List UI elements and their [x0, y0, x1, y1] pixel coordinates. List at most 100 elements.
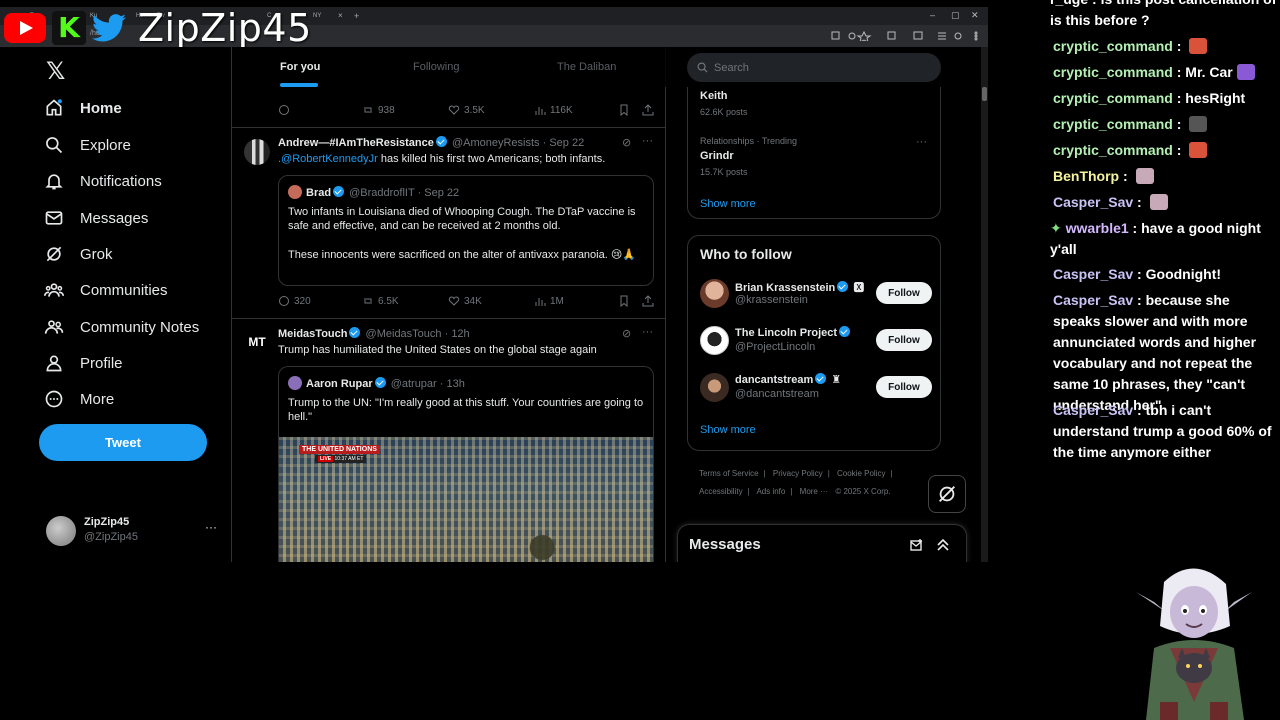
more-dots-icon[interactable]: ··· [642, 326, 653, 338]
post-author-handle[interactable]: @MeidasTouch [366, 328, 442, 340]
quoted-post[interactable]: Aaron Rupar @atrupar · 13h Trump to the … [278, 366, 654, 562]
post-header: Andrew—#IAmTheResistance @AmoneyResists … [278, 136, 584, 149]
chat-username[interactable]: BenThorp [1053, 168, 1119, 184]
tab-the-daliban[interactable]: The Daliban [557, 61, 616, 73]
nav-communities[interactable]: Communities [44, 276, 168, 304]
more-dots-icon[interactable]: ··· [642, 135, 653, 147]
more-dots-icon[interactable]: ··· [916, 136, 927, 148]
reply-button[interactable]: 320 [278, 295, 311, 307]
chevron-double-up-icon[interactable] [936, 538, 950, 552]
follow-button[interactable]: Follow [876, 329, 932, 351]
footer-link-terms[interactable]: Terms of Service [699, 469, 759, 478]
nav-explore[interactable]: Explore [44, 131, 131, 159]
follow-suggestion[interactable]: The Lincoln Project @ProjectLincoln Foll… [700, 323, 932, 359]
grok-explain-icon[interactable]: ⊘ [622, 327, 631, 340]
bookmark-icon[interactable] [618, 295, 630, 307]
footer-separator: | [790, 487, 793, 496]
nav-community-notes[interactable]: Community Notes [44, 313, 199, 341]
follow-suggestion[interactable]: Brian Krassenstein 🆇 @krassenstein Follo… [700, 276, 932, 312]
chat-username[interactable]: Casper_Sav [1053, 266, 1133, 282]
footer-link-accessibility[interactable]: Accessibility [699, 487, 743, 496]
follow-button[interactable]: Follow [876, 376, 932, 398]
affiliate-icon: 🆇 [853, 282, 865, 294]
quoted-post[interactable]: Brad @BraddroflIT · Sep 22 Two infants i… [278, 175, 654, 286]
nav-communities-label: Communities [80, 281, 168, 299]
avatar[interactable]: MT [244, 329, 270, 355]
search-input[interactable]: Search [687, 53, 941, 82]
chat-username[interactable]: cryptic_command [1053, 142, 1173, 158]
minimize-button[interactable]: – [930, 10, 935, 20]
new-message-icon[interactable] [910, 538, 924, 552]
mention-link[interactable]: .@RobertKennedyJr [278, 153, 378, 165]
trend-item[interactable]: Keith [700, 90, 728, 102]
chat-text: Mr. Car [1185, 64, 1233, 80]
nav-messages[interactable]: Messages [44, 204, 148, 232]
tab-following[interactable]: Following [413, 61, 459, 73]
share-icon[interactable] [642, 295, 654, 307]
post-author-handle[interactable]: @AmoneyResists [452, 137, 540, 149]
chat-username[interactable]: cryptic_command [1053, 90, 1173, 106]
heart-icon [448, 296, 460, 306]
post-author-name[interactable]: Andrew—#IAmTheResistance [278, 137, 434, 149]
avatar[interactable] [244, 139, 270, 165]
video-thumbnail[interactable]: THE UNITED NATIONS LIVE 10:37 AM ET [279, 437, 653, 562]
chat-text: because she speaks slower and with more … [1053, 292, 1257, 413]
share-icon[interactable] [642, 104, 654, 116]
chat-username[interactable]: Casper_Sav [1053, 194, 1133, 210]
like-button[interactable]: 3.5K [448, 104, 485, 116]
tweet-button[interactable]: Tweet [39, 424, 207, 461]
nav-grok[interactable]: Grok [44, 240, 113, 268]
footer-link-cookies[interactable]: Cookie Policy [837, 469, 885, 478]
nav-notifications[interactable]: Notifications [44, 167, 162, 195]
browser-extension-icons[interactable] [830, 31, 980, 41]
scrollbar[interactable] [981, 47, 988, 562]
chat-username[interactable]: cryptic_command [1053, 116, 1173, 132]
repost-button[interactable]: 938 [362, 104, 395, 116]
tab-for-you[interactable]: For you [280, 61, 320, 73]
timeline-tabs: For you Following The Daliban [232, 47, 666, 87]
grok-explain-icon[interactable]: ⊘ [622, 136, 631, 149]
show-more-link[interactable]: Show more [700, 424, 756, 436]
footer-link-privacy[interactable]: Privacy Policy [773, 469, 823, 478]
like-button[interactable]: 34K [448, 295, 482, 307]
chat-username[interactable]: Casper_Sav [1053, 402, 1133, 418]
reply-button[interactable] [278, 104, 294, 116]
repost-button[interactable]: 6.5K [362, 295, 399, 307]
show-more-link[interactable]: Show more [700, 198, 756, 210]
chat-username[interactable]: Casper_Sav [1053, 292, 1133, 308]
footer-link-ads-info[interactable]: Ads info [756, 487, 785, 496]
nav-home[interactable]: Home [44, 94, 122, 122]
views-button[interactable]: 1M [534, 295, 564, 307]
footer-link-more[interactable]: More ··· [800, 487, 828, 496]
follow-suggestion[interactable]: dancantstream ♜ @dancantstream Follow [700, 370, 932, 406]
chat-username[interactable]: wwarble1 [1066, 220, 1129, 236]
nav-community-notes-label: Community Notes [80, 318, 200, 336]
verified-badge-icon [333, 186, 345, 197]
account-switcher[interactable]: ZipZip45 @ZipZip45 ··· [46, 514, 221, 550]
x-logo-icon[interactable]: 𝕏 [46, 57, 65, 86]
bookmark-icon[interactable] [618, 104, 630, 116]
nav-profile[interactable]: Profile [44, 349, 123, 377]
grok-button[interactable] [928, 475, 966, 513]
post-author-name[interactable]: MeidasTouch [278, 328, 347, 340]
chat-message: ✦ wwarble1 : have a good night y'all [1050, 220, 1261, 257]
tab-close-icon[interactable]: × [338, 9, 343, 23]
chat-username[interactable]: cryptic_command [1053, 38, 1173, 54]
more-dots-icon[interactable]: ··· [205, 520, 217, 534]
close-window-button[interactable]: ✕ [971, 10, 979, 21]
maximize-button[interactable]: ▢ [951, 10, 960, 21]
post-time[interactable]: · 12h [445, 328, 470, 340]
trends-panel: Keith 62.6K posts Relationships · Trendi… [687, 87, 941, 219]
messages-drawer[interactable]: Messages [677, 524, 967, 562]
avatar [700, 326, 729, 355]
nav-more[interactable]: More [44, 385, 114, 413]
follow-button[interactable]: Follow [876, 282, 932, 304]
trend-item[interactable]: Grindr [700, 150, 734, 162]
post-time[interactable]: · Sep 22 [543, 137, 585, 149]
chat-username[interactable]: cryptic_command [1053, 64, 1173, 80]
browser-tab[interactable]: NY [313, 9, 321, 23]
scrollbar-thumb[interactable] [982, 87, 987, 101]
avatar [700, 373, 729, 402]
new-tab-button[interactable]: + [354, 9, 359, 23]
views-button[interactable]: 116K [534, 104, 573, 116]
